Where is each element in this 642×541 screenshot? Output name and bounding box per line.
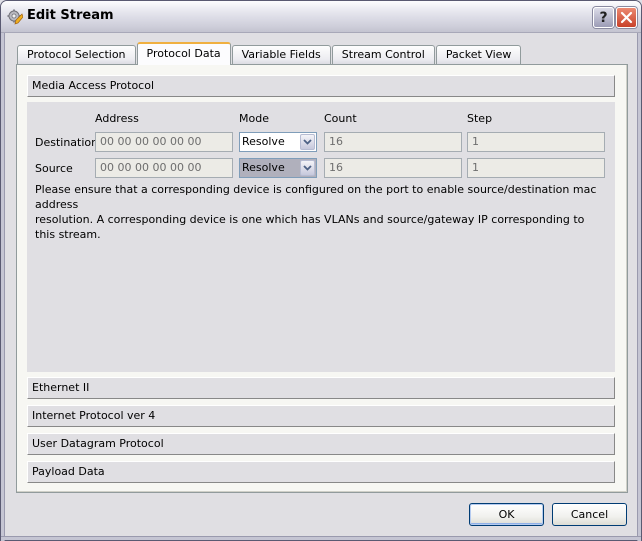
destination-mode-select[interactable]: Resolve (239, 132, 317, 152)
column-header-step: Step (467, 112, 493, 125)
chevron-down-icon[interactable] (300, 160, 315, 176)
window-border-right (637, 33, 641, 541)
ok-button[interactable]: OK (469, 503, 544, 526)
media-access-protocol-body: Address Mode Count Step Destination 00 0… (27, 102, 615, 372)
window-title: Edit Stream (27, 8, 114, 23)
source-mode-select[interactable]: Resolve (239, 158, 317, 178)
close-icon (620, 11, 633, 24)
section-header-udp[interactable]: User Datagram Protocol (27, 433, 615, 455)
destination-mode-value: Resolve (242, 135, 285, 148)
source-count-field[interactable]: 16 (324, 158, 462, 178)
column-header-count: Count (324, 112, 357, 125)
section-header-payload-data[interactable]: Payload Data (27, 461, 615, 483)
tab-stream-control[interactable]: Stream Control (331, 45, 435, 65)
column-header-address: Address (95, 112, 139, 125)
chevron-down-icon[interactable] (300, 134, 315, 150)
tab-packet-view[interactable]: Packet View (435, 45, 522, 65)
window-border-left (1, 33, 5, 541)
section-header-ipv4[interactable]: Internet Protocol ver 4 (27, 405, 615, 427)
help-icon: ? (599, 9, 608, 26)
protocol-data-pane: Media Access Protocol Address Mode Count… (16, 64, 628, 493)
source-step-field[interactable]: 1 (467, 158, 605, 178)
mac-resolution-note: Please ensure that a corresponding devic… (35, 182, 605, 242)
note-line-2: resolution. A corresponding device is on… (35, 213, 585, 241)
window-border-bottom (1, 536, 641, 540)
title-bar[interactable]: Edit Stream ? (1, 1, 641, 33)
tab-protocol-selection[interactable]: Protocol Selection (17, 45, 136, 65)
source-label: Source (35, 162, 73, 175)
destination-address-field[interactable]: 00 00 00 00 00 00 (95, 132, 233, 152)
section-header-media-access-protocol[interactable]: Media Access Protocol (27, 75, 615, 97)
tab-variable-fields[interactable]: Variable Fields (231, 45, 331, 65)
cancel-button[interactable]: Cancel (552, 503, 627, 526)
column-header-mode: Mode (239, 112, 269, 125)
tab-protocol-data[interactable]: Protocol Data (136, 42, 231, 65)
close-button[interactable] (616, 7, 637, 28)
edit-stream-dialog: Edit Stream ? Protocol Selection Protoco… (0, 0, 642, 541)
tab-bar: Protocol Selection Protocol Data Variabl… (17, 42, 522, 65)
help-button[interactable]: ? (593, 7, 614, 28)
source-address-field[interactable]: 00 00 00 00 00 00 (95, 158, 233, 178)
source-mode-value: Resolve (242, 161, 285, 174)
note-line-1: Please ensure that a corresponding devic… (35, 183, 597, 211)
destination-step-field[interactable]: 1 (467, 132, 605, 152)
destination-label: Destination (35, 136, 99, 149)
section-header-ethernet-ii[interactable]: Ethernet II (27, 377, 615, 399)
gear-pencil-icon (7, 9, 23, 25)
destination-count-field[interactable]: 16 (324, 132, 462, 152)
